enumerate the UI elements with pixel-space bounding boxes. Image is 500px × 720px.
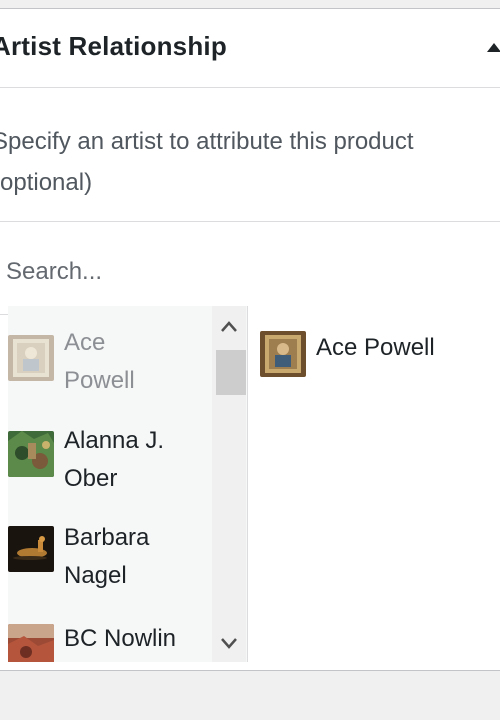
selected-item-ace-powell[interactable]: Ace Powell — [260, 324, 500, 377]
choice-item-ace-powell[interactable]: Ace Powell — [8, 324, 212, 404]
panel-title: Artist Relationship — [0, 31, 227, 61]
painting-portrait-thumbnail — [8, 335, 54, 381]
search-input[interactable] — [6, 246, 486, 298]
choice-item-bc-nowlin[interactable]: BC Nowlin — [8, 617, 212, 662]
choice-name: BC Nowlin — [64, 625, 177, 652]
choice-name: Barbara Nagel — [64, 524, 150, 589]
choice-item-barbara-nagel[interactable]: Barbara Nagel — [8, 519, 212, 599]
panel-header: Artist Relationship — [0, 9, 500, 88]
choice-name: Ace Powell — [64, 329, 135, 394]
divider — [0, 221, 500, 222]
field-description: Specify an artist to attribute this prod… — [0, 121, 492, 203]
selected-list-panel: Ace Powell — [248, 306, 500, 662]
scrollbar[interactable] — [212, 306, 246, 662]
selected-name: Ace Powell — [316, 334, 435, 361]
choices-list-panel: Ace Powell Alanna J. Ober Barbara Nagel … — [8, 306, 248, 662]
scrollbar-thumb[interactable] — [216, 350, 246, 395]
painting-red-thumbnail — [8, 624, 54, 662]
description-line: Specify an artist to attribute this prod… — [0, 128, 414, 155]
sculpture-thumbnail — [8, 526, 54, 572]
painting-green-thumbnail — [8, 431, 54, 477]
painting-portrait-thumbnail — [260, 331, 306, 377]
triangle-up-icon[interactable] — [484, 39, 500, 57]
chevron-up-icon[interactable] — [212, 312, 246, 342]
choice-item-alanna-j-ober[interactable]: Alanna J. Ober — [8, 422, 212, 502]
chevron-down-icon[interactable] — [212, 628, 246, 658]
choice-name: Alanna J. Ober — [64, 427, 165, 492]
description-line: (optional) — [0, 169, 93, 196]
